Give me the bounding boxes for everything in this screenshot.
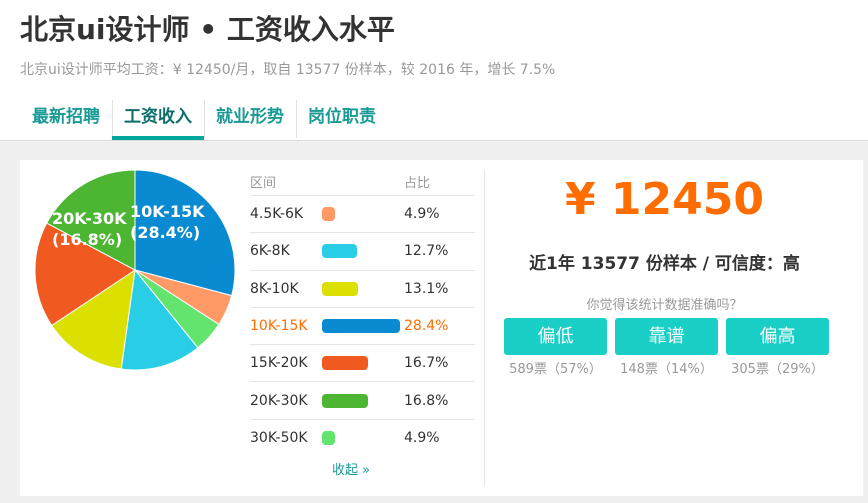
table-header: 区间 占比 (250, 168, 475, 196)
ratio-value: 28.4% (404, 318, 449, 335)
page-title: 北京ui设计师 • 工资收入水平 (20, 13, 395, 46)
ratio-value: 4.9% (404, 430, 440, 447)
ratio-bar (322, 431, 336, 446)
ratio-bar-track (322, 356, 404, 371)
vote-reliable-button[interactable]: 靠谱 (615, 318, 718, 355)
distribution-row: 8K-10K 13.1% (250, 271, 475, 308)
sample-info: 近1年 13577 份样本 / 可信度：高 (529, 254, 800, 274)
ratio-bar-track (322, 207, 404, 222)
distribution-row: 10K-15K 28.4% (250, 308, 475, 346)
ratio-value: 16.8% (404, 392, 449, 409)
vertical-divider (484, 170, 485, 486)
tab-latest-jobs[interactable]: 最新招聘 (20, 98, 112, 140)
ratio-bar-track (322, 319, 404, 334)
ratio-value: 13.1% (404, 280, 449, 297)
tab-salary[interactable]: 工资收入 (112, 98, 204, 140)
distribution-row: 30K-50K 4.9% (250, 420, 475, 457)
vote-high-button[interactable]: 偏高 (726, 318, 829, 355)
salary-range: 20K-30K (250, 392, 308, 409)
salary-distribution-table: 区间 占比 4.5K-6K 4.9% 6K-8K 12.7% 8K-10K 13.1% 10… (250, 168, 475, 457)
ratio-bar (322, 319, 400, 334)
ratio-column-header: 占比 (404, 176, 431, 191)
ratio-bar (322, 393, 369, 408)
distribution-rows: 4.5K-6K 4.9% 6K-8K 12.7% 8K-10K 13.1% 10K-15K 2… (250, 196, 475, 457)
pie-label-20k-30k-range: 20K-30K (52, 209, 127, 228)
vote-reliable-count: 148票（14%） (620, 362, 713, 377)
ratio-bar-track (322, 244, 404, 259)
ratio-bar-track (322, 393, 404, 408)
salary-range: 10K-15K (250, 318, 308, 335)
accuracy-question: 你觉得该统计数据准确吗？ (586, 298, 743, 313)
ratio-bar-track (322, 281, 404, 296)
salary-range: 4.5K-6K (250, 206, 304, 223)
range-column-header: 区间 (250, 176, 277, 191)
collapse-link[interactable]: 收起 » (332, 459, 370, 478)
salary-pie-chart (35, 170, 235, 370)
salary-range: 6K-8K (250, 243, 290, 260)
pie-label-10k-15k: 10K-15K (28.4%) (130, 201, 205, 243)
tab-duties[interactable]: 岗位职责 (296, 98, 388, 140)
distribution-row: 6K-8K 12.7% (250, 233, 475, 271)
salary-range: 15K-20K (250, 355, 308, 372)
pie-label-10k-15k-pct: (28.4%) (130, 223, 201, 242)
vote-high-count: 305票（29%） (731, 362, 824, 377)
average-salary: ¥ 12450 (564, 174, 764, 225)
ratio-value: 16.7% (404, 355, 449, 372)
vote-low-button[interactable]: 偏低 (504, 318, 607, 355)
tab-employment[interactable]: 就业形势 (204, 98, 296, 140)
pie-label-20k-30k: 20K-30K (16.8%) (52, 208, 127, 250)
salary-range: 8K-10K (250, 280, 299, 297)
ratio-bar-track (322, 431, 404, 446)
salary-range: 30K-50K (250, 430, 308, 447)
distribution-row: 20K-30K 16.8% (250, 382, 475, 420)
distribution-row: 4.5K-6K 4.9% (250, 196, 475, 234)
page-subtitle: 北京ui设计师平均工资：¥ 12450/月，取自 13577 份样本，较 201… (20, 62, 556, 78)
ratio-bar (322, 244, 357, 259)
vote-low-count: 589票（57%） (509, 362, 602, 377)
ratio-bar (322, 281, 358, 296)
pie-label-10k-15k-range: 10K-15K (130, 202, 205, 221)
ratio-bar (322, 356, 368, 371)
ratio-bar (322, 207, 336, 222)
ratio-value: 4.9% (404, 206, 440, 223)
pie-label-20k-30k-pct: (16.8%) (52, 230, 123, 249)
distribution-row: 15K-20K 16.7% (250, 345, 475, 383)
ratio-value: 12.7% (404, 243, 449, 260)
tab-bar: 最新招聘 工资收入 就业形势 岗位职责 (20, 98, 388, 140)
